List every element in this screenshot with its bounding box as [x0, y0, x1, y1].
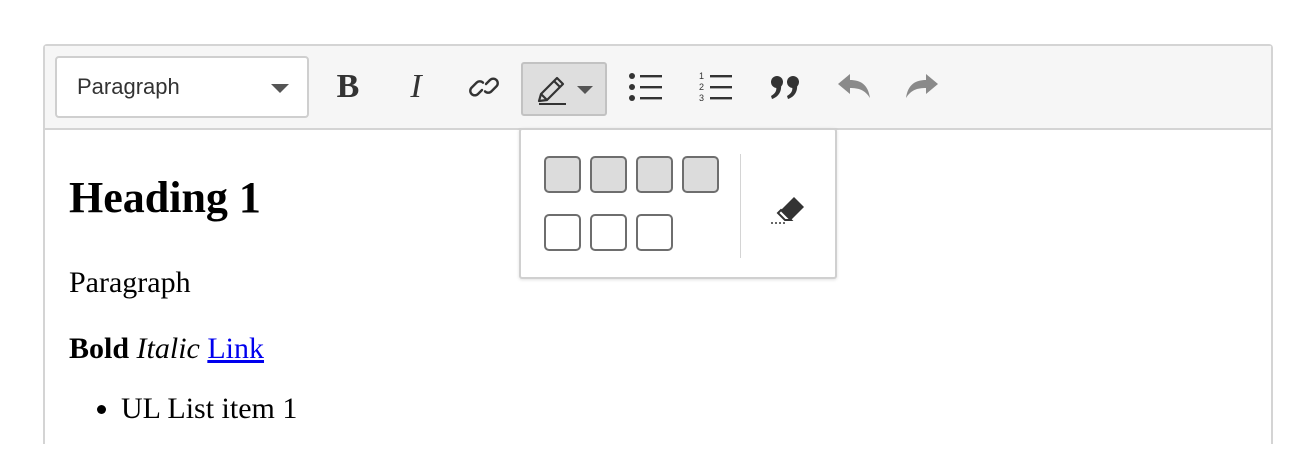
link-icon: [469, 77, 499, 97]
pen-swatch[interactable]: [544, 214, 581, 251]
blockquote-button[interactable]: [757, 58, 815, 116]
bulleted-list: UL List item 1: [69, 392, 297, 426]
bulleted-list-button[interactable]: [617, 58, 675, 116]
content-heading: Heading 1: [69, 173, 261, 222]
heading-dropdown[interactable]: Paragraph: [55, 56, 309, 118]
bulleted-list-icon: [629, 73, 662, 101]
italic-icon: I: [410, 68, 422, 105]
toolbar: Paragraph B I 1 2 3: [45, 46, 1271, 130]
pencil-icon: [537, 76, 566, 105]
bold-icon: B: [336, 68, 360, 105]
pen-swatch[interactable]: [590, 214, 627, 251]
pen-swatch[interactable]: [636, 214, 673, 251]
highlight-dropdown-panel: [519, 128, 837, 279]
marker-swatch[interactable]: [682, 156, 719, 193]
bold-text: Bold: [69, 332, 130, 365]
svg-text:3: 3: [699, 93, 704, 103]
marker-swatch[interactable]: [590, 156, 627, 193]
svg-text:1: 1: [699, 71, 704, 81]
italic-text: Italic: [136, 332, 200, 365]
marker-swatch[interactable]: [544, 156, 581, 193]
list-item: UL List item 1: [121, 392, 297, 426]
chevron-down-icon: [577, 86, 593, 94]
redo-button[interactable]: [893, 58, 951, 116]
quote-icon: [771, 76, 799, 99]
link-button[interactable]: [455, 58, 513, 116]
dropdown-separator: [740, 154, 741, 258]
marker-swatch[interactable]: [636, 156, 673, 193]
numbered-list-button[interactable]: 123: [687, 58, 745, 116]
highlight-button[interactable]: [521, 62, 607, 116]
content-formatted-line: Bold Italic Link: [69, 332, 264, 366]
undo-button[interactable]: [825, 58, 883, 116]
numbered-list-icon: 123: [699, 71, 732, 103]
eraser-icon: [771, 197, 804, 224]
heading-dropdown-label: Paragraph: [77, 74, 180, 99]
chevron-down-icon: [271, 84, 289, 93]
undo-icon: [838, 74, 870, 98]
redo-icon: [906, 74, 938, 98]
italic-button[interactable]: I: [387, 58, 445, 116]
remove-highlight-button[interactable]: [767, 186, 811, 226]
svg-text:2: 2: [699, 82, 704, 92]
content-link[interactable]: Link: [207, 332, 264, 365]
bold-button[interactable]: B: [319, 58, 377, 116]
content-paragraph: Paragraph: [69, 266, 191, 299]
